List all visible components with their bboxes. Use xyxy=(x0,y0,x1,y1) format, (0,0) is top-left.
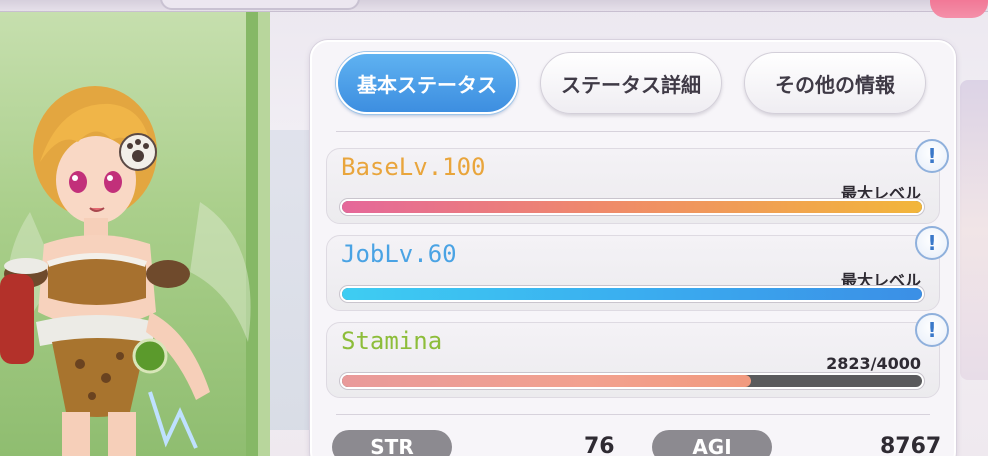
top-menu-tab[interactable] xyxy=(160,0,360,10)
str-label: STR xyxy=(332,430,452,456)
background-blur xyxy=(270,130,310,430)
divider xyxy=(336,131,930,132)
background-blur xyxy=(960,80,988,380)
tab-basic-status[interactable]: 基本ステータス xyxy=(336,52,518,114)
character-portrait-panel xyxy=(0,12,270,456)
base-level-label: BaseLv.100 xyxy=(341,153,486,181)
status-panel: 基本ステータス ステータス詳細 その他の情報 BaseLv.100 最大レベル … xyxy=(310,40,956,456)
agi-label: AGI xyxy=(652,430,772,456)
job-level-row: JobLv.60 最大レベル ! xyxy=(326,226,949,311)
stamina-label: Stamina xyxy=(341,327,443,355)
stamina-bar-fill xyxy=(342,375,752,387)
stamina-row: Stamina 2823/4000 ! xyxy=(326,313,949,398)
divider xyxy=(336,414,930,415)
exclamation-icon[interactable]: ! xyxy=(915,139,949,173)
stamina-value: 2823/4000 xyxy=(826,354,921,373)
job-level-label: JobLv.60 xyxy=(341,240,457,268)
tab-status-details[interactable]: ステータス詳細 xyxy=(540,52,722,114)
tab-other-info[interactable]: その他の情報 xyxy=(744,52,926,114)
base-level-row: BaseLv.100 最大レベル ! xyxy=(326,139,949,224)
job-level-bar xyxy=(340,286,924,302)
corner-button[interactable] xyxy=(930,0,988,18)
exclamation-icon[interactable]: ! xyxy=(915,226,949,260)
base-level-bar-fill xyxy=(342,201,922,213)
str-value: 76 xyxy=(584,434,615,456)
top-menu-strip xyxy=(0,0,988,12)
agi-value: 8767 xyxy=(880,434,942,456)
base-level-bar xyxy=(340,199,924,215)
job-level-bar-fill xyxy=(342,288,922,300)
exclamation-icon[interactable]: ! xyxy=(915,313,949,347)
character-sprite xyxy=(0,86,251,456)
stamina-bar xyxy=(340,373,924,389)
